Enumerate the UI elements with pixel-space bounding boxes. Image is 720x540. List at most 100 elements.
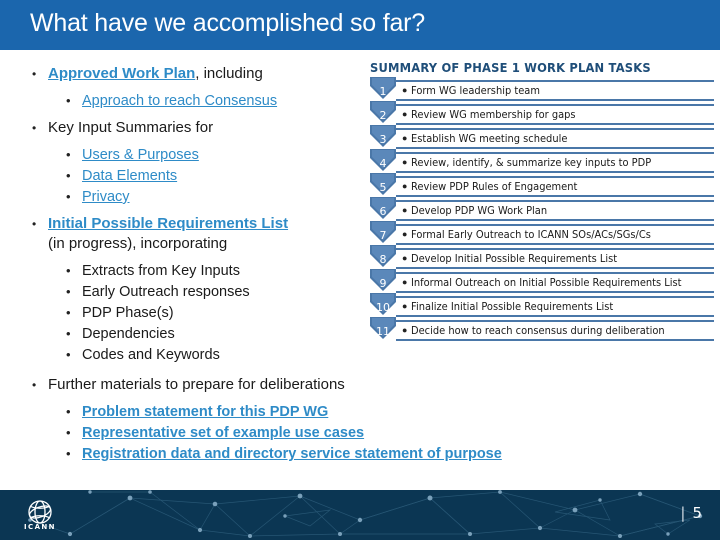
bullet-dot-icon: • (66, 326, 71, 341)
task-number: 8 (379, 253, 387, 266)
bullet-dot-icon: ● (402, 205, 408, 215)
link-privacy[interactable]: Privacy (82, 189, 130, 205)
bullet-privacy: • Privacy (66, 187, 374, 207)
page-title: What have we accomplished so far? (30, 9, 425, 37)
task-row-box: ● Form WG leadership team (396, 80, 714, 101)
bullet-approved-work-plan: • Approved Work Plan, including (32, 64, 374, 84)
task-label: Establish WG meeting schedule (411, 132, 568, 145)
task-row: 7 ● Formal Early Outreach to ICANN SOs/ACs… (370, 221, 714, 245)
task-row: 5 ● Review PDP Rules of Engagement (370, 173, 714, 197)
task-row-box: ● Review WG membership for gaps (396, 104, 714, 125)
bullet-list: • Approved Work Plan, including • Approa… (24, 64, 502, 465)
bullet-pdp-phases: • PDP Phase(s) (66, 303, 374, 323)
task-number: 4 (379, 157, 387, 170)
bullet-dot-icon: • (66, 284, 71, 299)
link-users-and-purposes[interactable]: Users & Purposes (82, 147, 199, 163)
task-number: 11 (376, 325, 390, 338)
bullet-dot-icon: • (66, 305, 71, 320)
task-number: 3 (379, 133, 387, 146)
bullet-users-and-purposes: • Users & Purposes (66, 145, 374, 165)
bullet-dependencies-label: Dependencies (82, 326, 175, 342)
task-row: 1 ● Form WG leadership team (370, 77, 714, 101)
task-number: 2 (379, 109, 387, 122)
bullet-extracts-from-key-inputs-label: Extracts from Key Inputs (82, 263, 240, 279)
task-row-box: ● Informal Outreach on Initial Possible R… (396, 272, 714, 293)
bullet-dot-icon: • (32, 121, 37, 135)
link-approach-to-reach-consensus[interactable]: Approach to reach Consensus (82, 93, 277, 109)
bullet-dot-icon: ● (402, 109, 408, 119)
link-registration-data-statement[interactable]: Registration data and directory service … (82, 446, 502, 462)
bullet-early-outreach-responses: • Early Outreach responses (66, 282, 374, 302)
link-approved-work-plan[interactable]: Approved Work Plan (48, 65, 195, 82)
task-label: Form WG leadership team (411, 84, 541, 97)
bullet-approach-to-reach-consensus: • Approach to reach Consensus (66, 91, 374, 111)
bullet-dot-icon: ● (402, 325, 408, 335)
task-label: Formal Early Outreach to ICANN SOs/ACs/S… (411, 228, 652, 241)
bullet-early-outreach-responses-label: Early Outreach responses (82, 284, 250, 300)
bullet-key-input-summaries-label: Key Input Summaries for (48, 119, 214, 136)
bullet-dot-icon: ● (402, 181, 408, 191)
link-representative-use-cases[interactable]: Representative set of example use cases (82, 425, 364, 441)
task-number: 10 (376, 301, 390, 314)
task-label: Review, identify, & summarize key inputs… (411, 156, 652, 169)
task-row: 8 ● Develop Initial Possible Requirements … (370, 245, 714, 269)
task-row-box: ● Review, identify, & summarize key input… (396, 152, 714, 173)
bullet-dot-icon: • (66, 147, 71, 162)
bullet-dot-icon: • (66, 404, 71, 419)
bullet-codes-and-keywords-label: Codes and Keywords (82, 347, 220, 363)
bullet-initial-possible-requirements-list: • Initial Possible Requirements List (in … (32, 214, 374, 254)
task-row: 3 ● Establish WG meeting schedule (370, 125, 714, 149)
bullet-dot-icon: ● (402, 85, 408, 95)
link-problem-statement[interactable]: Problem statement for this PDP WG (82, 404, 328, 420)
bullet-dot-icon: ● (402, 277, 408, 287)
link-data-elements[interactable]: Data Elements (82, 168, 177, 184)
task-number: 9 (379, 277, 387, 290)
slide-body: • Approved Work Plan, including • Approa… (0, 50, 720, 490)
page-number-value: 5 (692, 504, 702, 522)
bullet-problem-statement: • Problem statement for this PDP WG (66, 402, 374, 422)
bullet-dot-icon: • (66, 189, 71, 204)
task-number: 6 (379, 205, 387, 218)
slide-title-bar: What have we accomplished so far? (0, 0, 720, 50)
work-plan-tasks-panel: SUMMARY OF PHASE 1 WORK PLAN TASKS 1 ● For… (370, 60, 714, 344)
task-row: 11 ● Decide how to reach consensus during … (370, 317, 714, 341)
task-label: Develop PDP WG Work Plan (411, 204, 548, 217)
task-row: 10 ● Finalize Initial Possible Requirement… (370, 293, 714, 317)
bullet-dot-icon: • (66, 425, 71, 440)
task-row-box: ● Finalize Initial Possible Requirements … (396, 296, 714, 317)
task-row: 2 ● Review WG membership for gaps (370, 101, 714, 125)
icann-logo-text: ICANN (24, 523, 56, 531)
bullet-dot-icon: • (66, 446, 71, 461)
bullet-dot-icon: ● (402, 253, 408, 263)
task-number: 5 (379, 181, 387, 194)
task-row-box: ● Develop Initial Possible Requirements L… (396, 248, 714, 269)
network-pattern-decoration (28, 490, 703, 538)
bullet-dot-icon: • (66, 263, 71, 278)
tasks-heading: SUMMARY OF PHASE 1 WORK PLAN TASKS (370, 60, 651, 75)
task-row: 6 ● Develop PDP WG Work Plan (370, 197, 714, 221)
task-label: Decide how to reach consensus during del… (411, 324, 666, 337)
task-label: Informal Outreach on Initial Possible Re… (411, 276, 682, 289)
task-row-box: ● Formal Early Outreach to ICANN SOs/ACs/… (396, 224, 714, 245)
bullet-registration-data-statement: • Registration data and directory servic… (66, 444, 502, 464)
bullet-dot-icon: ● (402, 157, 408, 167)
bullet-dot-icon: • (66, 93, 71, 108)
bullet-dot-icon: ● (402, 133, 408, 143)
bullet-approved-work-plan-tail: , including (195, 65, 263, 82)
task-row-list: 1 ● Form WG leadership team 2 ● Review WG mem… (370, 77, 714, 341)
bullet-key-input-summaries: • Key Input Summaries for (32, 118, 374, 138)
bullet-dot-icon: • (32, 217, 37, 231)
bullet-dot-icon: • (32, 378, 37, 392)
task-label: Review PDP Rules of Engagement (411, 180, 578, 193)
bullet-dot-icon: • (66, 347, 71, 362)
task-row-box: ● Decide how to reach consensus during de… (396, 320, 714, 341)
page-number: | 5 (680, 504, 702, 522)
task-label: Develop Initial Possible Requirements Li… (411, 252, 618, 265)
task-number: 1 (379, 85, 387, 98)
link-initial-possible-requirements-list[interactable]: Initial Possible Requirements List (48, 215, 288, 232)
task-row-box: ● Establish WG meeting schedule (396, 128, 714, 149)
bullet-dot-icon: ● (402, 229, 408, 239)
bullet-dependencies: • Dependencies (66, 324, 374, 344)
task-label: Review WG membership for gaps (411, 108, 577, 121)
bullet-dot-icon: ● (402, 301, 408, 311)
